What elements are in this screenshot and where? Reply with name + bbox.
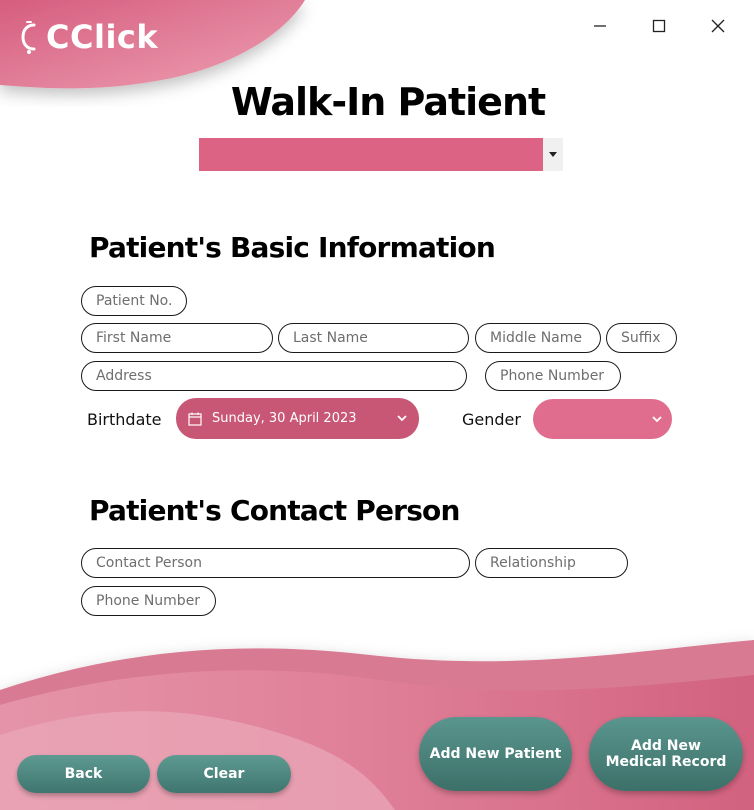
contact-person-heading: Patient's Contact Person — [89, 494, 460, 527]
minimize-icon — [594, 25, 606, 27]
last-name-input[interactable] — [278, 323, 469, 353]
minimize-button[interactable] — [580, 6, 620, 46]
combo-dropdown-button[interactable] — [543, 138, 563, 171]
close-icon — [711, 19, 725, 33]
suffix-input[interactable] — [606, 323, 677, 353]
chevron-down-icon — [397, 415, 407, 422]
add-new-patient-button[interactable]: Add New Patient — [419, 717, 572, 791]
gender-select[interactable] — [533, 399, 672, 439]
birthdate-label: Birthdate — [87, 410, 162, 429]
back-button[interactable]: Back — [17, 755, 150, 793]
first-name-input[interactable] — [81, 323, 273, 353]
middle-name-input[interactable] — [475, 323, 601, 353]
contact-person-input[interactable] — [81, 548, 470, 578]
chevron-down-icon — [652, 415, 662, 422]
clear-button[interactable]: Clear — [157, 755, 291, 793]
app-name: CClick — [46, 18, 159, 56]
relationship-input[interactable] — [475, 548, 628, 578]
close-button[interactable] — [698, 6, 738, 46]
page-title: Walk-In Patient — [230, 80, 546, 124]
birthdate-picker[interactable]: Sunday, 30 April 2023 — [176, 398, 419, 439]
basic-info-heading: Patient's Basic Information — [89, 231, 496, 264]
patient-combo[interactable] — [199, 138, 543, 171]
logo-mark-icon — [21, 21, 36, 54]
birthdate-value: Sunday, 30 April 2023 — [212, 411, 357, 426]
caret-down-icon — [549, 151, 557, 157]
app-logo: CClick — [18, 14, 158, 60]
contact-phone-input[interactable] — [81, 586, 216, 616]
calendar-icon — [188, 412, 202, 426]
maximize-icon — [652, 19, 666, 33]
patient-no-input[interactable] — [81, 286, 187, 316]
address-input[interactable] — [81, 361, 467, 391]
gender-label: Gender — [462, 410, 521, 429]
maximize-button[interactable] — [639, 6, 679, 46]
phone-number-input[interactable] — [485, 361, 621, 391]
add-medical-record-button[interactable]: Add New Medical Record — [589, 717, 743, 791]
